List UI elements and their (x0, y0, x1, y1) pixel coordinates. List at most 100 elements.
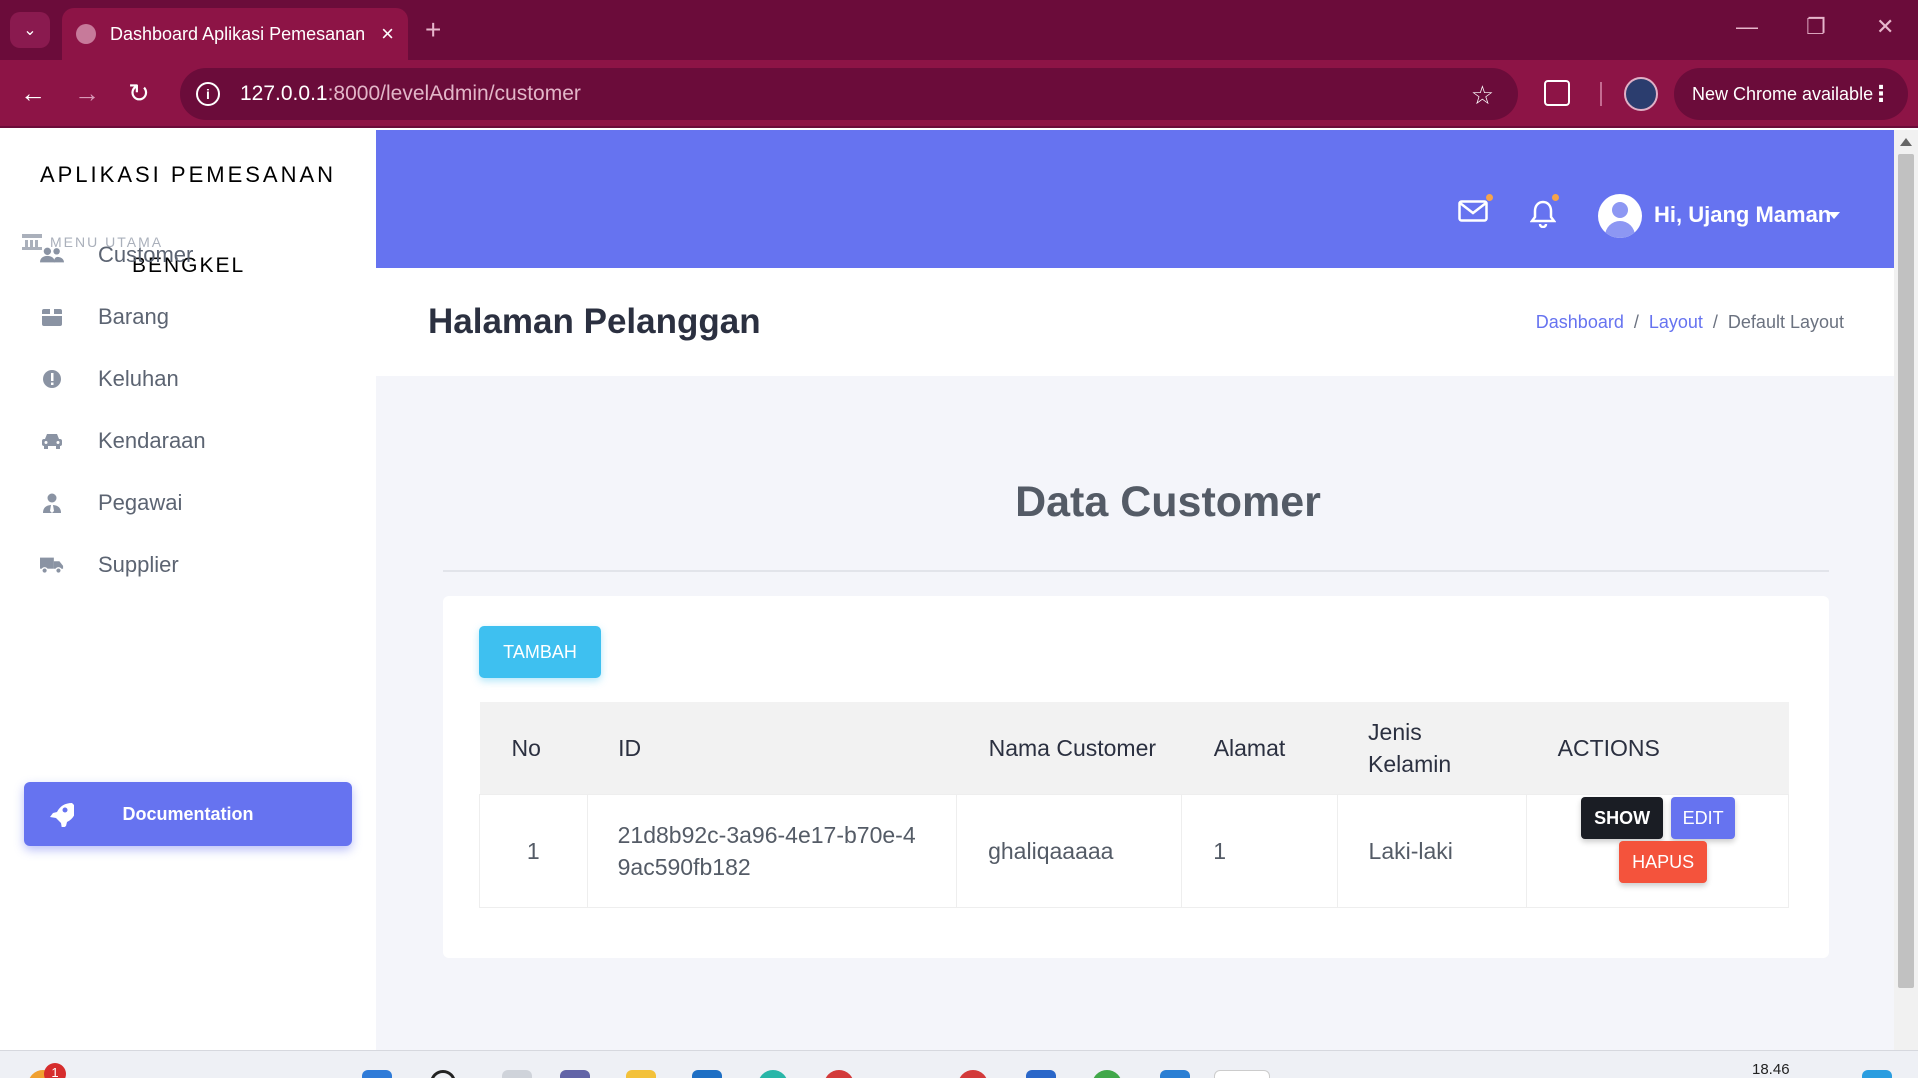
breadcrumb-separator: / (1712, 312, 1718, 332)
browser-tab[interactable]: Dashboard Aplikasi Pemesanan × (62, 8, 408, 60)
documentation-label: Documentation (122, 803, 254, 824)
search-icon[interactable] (430, 1070, 456, 1078)
notification-badge: 1 (44, 1063, 66, 1078)
window-close-icon[interactable]: ✕ (1876, 14, 1894, 40)
back-arrow-icon[interactable]: ← (20, 80, 46, 106)
vscode-icon[interactable] (1160, 1070, 1190, 1078)
table-row: 1 21d8b92c-3a96-4e17-b70e-49ac590fb182 g… (479, 793, 1789, 908)
user-tie-icon (40, 492, 64, 514)
breadcrumb-layout[interactable]: Layout (1649, 312, 1703, 333)
sidebar-item-label: Barang (98, 304, 169, 329)
app-icon[interactable] (1026, 1070, 1056, 1078)
section-title: Data Customer (1015, 478, 1321, 526)
actions-group: SHOW EDIT HAPUS (1527, 795, 1788, 907)
sidebar-item-label: Customer (98, 242, 194, 267)
browser-toolbar: ← → ↻ i 127.0.0.1:8000/levelAdmin/custom… (0, 60, 1918, 128)
system-tray-icon[interactable] (1862, 1070, 1892, 1078)
chevron-down-icon: ⌄ (23, 22, 37, 39)
scrollbar-thumb[interactable] (1898, 154, 1914, 988)
bookmark-star-icon[interactable]: ☆ (1471, 80, 1494, 111)
show-button[interactable]: SHOW (1581, 796, 1664, 839)
forward-arrow-icon[interactable]: → (74, 80, 100, 106)
app-brand: APLIKASI PEMESANAN (39, 162, 337, 187)
mail-icon[interactable] (1458, 194, 1493, 227)
bell-badge (1552, 194, 1559, 201)
documentation-button[interactable]: Documentation (24, 782, 352, 846)
user-avatar[interactable] (1598, 194, 1642, 238)
delete-button[interactable]: HAPUS (1619, 840, 1708, 883)
sidebar: APLIKASI PEMESANAN MENU UTAMA BENGKEL Cu… (0, 130, 376, 1050)
sidebar-item-label: Supplier (98, 552, 179, 577)
alert-circle-icon (40, 368, 64, 390)
breadcrumb-current: Default Layout (1727, 312, 1844, 332)
tab-title: Dashboard Aplikasi Pemesanan (110, 23, 366, 44)
car-icon (40, 430, 64, 452)
chrome-update-label: New Chrome available (1692, 83, 1874, 104)
spotify-icon[interactable] (1092, 1070, 1122, 1078)
new-tab-button[interactable]: + (425, 14, 441, 46)
address-bar[interactable]: i 127.0.0.1:8000/levelAdmin/customer ☆ (180, 68, 1518, 120)
sidebar-item-pegawai[interactable]: Pegawai (0, 478, 376, 528)
chrome-icon[interactable] (824, 1070, 854, 1078)
page-header: Halaman Pelanggan Dashboard / Layout / D… (376, 268, 1894, 376)
reload-icon[interactable]: ↻ (128, 80, 150, 106)
main-content: Hi, Ujang Maman Halaman Pelanggan Dashbo… (376, 130, 1894, 1050)
caret-down-icon[interactable] (1828, 212, 1840, 219)
restore-icon[interactable]: ❐ (1806, 14, 1826, 40)
table-header-row: No ID Nama Customer Alamat Jenis Kelamin… (479, 702, 1789, 794)
bell-icon[interactable] (1529, 194, 1559, 233)
column-header-alamat: Alamat (1181, 702, 1338, 794)
breadcrumb-separator: / (1633, 312, 1639, 332)
column-header-no: No (479, 702, 588, 794)
more-vert-icon[interactable]: ⋮ (1870, 81, 1892, 107)
close-icon[interactable]: × (381, 21, 394, 47)
sidebar-item-customer[interactable]: Customer (0, 230, 376, 280)
page-title: Halaman Pelanggan (428, 302, 761, 341)
edge-icon[interactable] (758, 1070, 788, 1078)
sidebar-item-kendaraan[interactable]: Kendaraan (0, 416, 376, 466)
url-text[interactable]: 127.0.0.1:8000/levelAdmin/customer (240, 82, 581, 106)
profile-avatar[interactable] (1624, 77, 1658, 111)
cell-actions: SHOW EDIT HAPUS (1526, 793, 1789, 908)
sidebar-item-label: Keluhan (98, 366, 179, 391)
browser-tab-bar: ⌄ Dashboard Aplikasi Pemesanan × + — ❐ ✕ (0, 0, 1918, 60)
box-icon (40, 306, 64, 328)
active-app-icon[interactable] (1214, 1070, 1270, 1078)
tab-search-button[interactable]: ⌄ (10, 12, 50, 48)
os-taskbar: 1 18.46 (0, 1050, 1918, 1078)
cell-alamat: 1 (1181, 793, 1338, 908)
column-header-id: ID (587, 702, 957, 794)
column-header-nama: Nama Customer (956, 702, 1182, 794)
toolbar-divider (1600, 82, 1602, 106)
taskbar-clock: 18.46 (1752, 1061, 1790, 1078)
cell-jenis-kelamin: Laki-laki (1336, 793, 1528, 908)
sidebar-item-barang[interactable]: Barang (0, 292, 376, 342)
customer-card: TAMBAH No ID Nama Customer Alamat Jenis … (443, 596, 1829, 958)
task-view-icon[interactable] (502, 1070, 532, 1078)
truck-icon (40, 554, 64, 576)
users-icon (40, 244, 64, 266)
chrome-update-button[interactable]: New Chrome available ⋮ (1674, 68, 1908, 120)
site-info-icon[interactable]: i (196, 82, 220, 106)
sidebar-item-keluhan[interactable]: Keluhan (0, 354, 376, 404)
edit-button[interactable]: EDIT (1671, 796, 1736, 839)
teams-icon[interactable] (560, 1070, 590, 1078)
chrome-profile-icon[interactable] (958, 1070, 988, 1078)
start-icon[interactable] (362, 1070, 392, 1078)
minimize-icon[interactable]: — (1736, 14, 1758, 40)
cell-id: 21d8b92c-3a96-4e17-b70e-49ac590fb182 (586, 793, 958, 908)
sidebar-item-supplier[interactable]: Supplier (0, 540, 376, 590)
breadcrumb: Dashboard / Layout / Default Layout (1536, 312, 1844, 333)
globe-icon (76, 24, 96, 44)
customer-table: No ID Nama Customer Alamat Jenis Kelamin… (479, 702, 1789, 908)
extensions-icon[interactable] (1544, 80, 1570, 106)
scroll-up-arrow-icon[interactable] (1900, 138, 1912, 146)
sidebar-item-label: Kendaraan (98, 428, 206, 453)
add-customer-button[interactable]: TAMBAH (479, 626, 601, 678)
mail-badge (1486, 194, 1493, 201)
store-icon[interactable] (692, 1070, 722, 1078)
column-header-jenis-kelamin: Jenis Kelamin (1337, 702, 1527, 794)
file-explorer-icon[interactable] (626, 1070, 656, 1078)
breadcrumb-dashboard[interactable]: Dashboard (1536, 312, 1624, 333)
user-greeting[interactable]: Hi, Ujang Maman (1654, 202, 1831, 228)
